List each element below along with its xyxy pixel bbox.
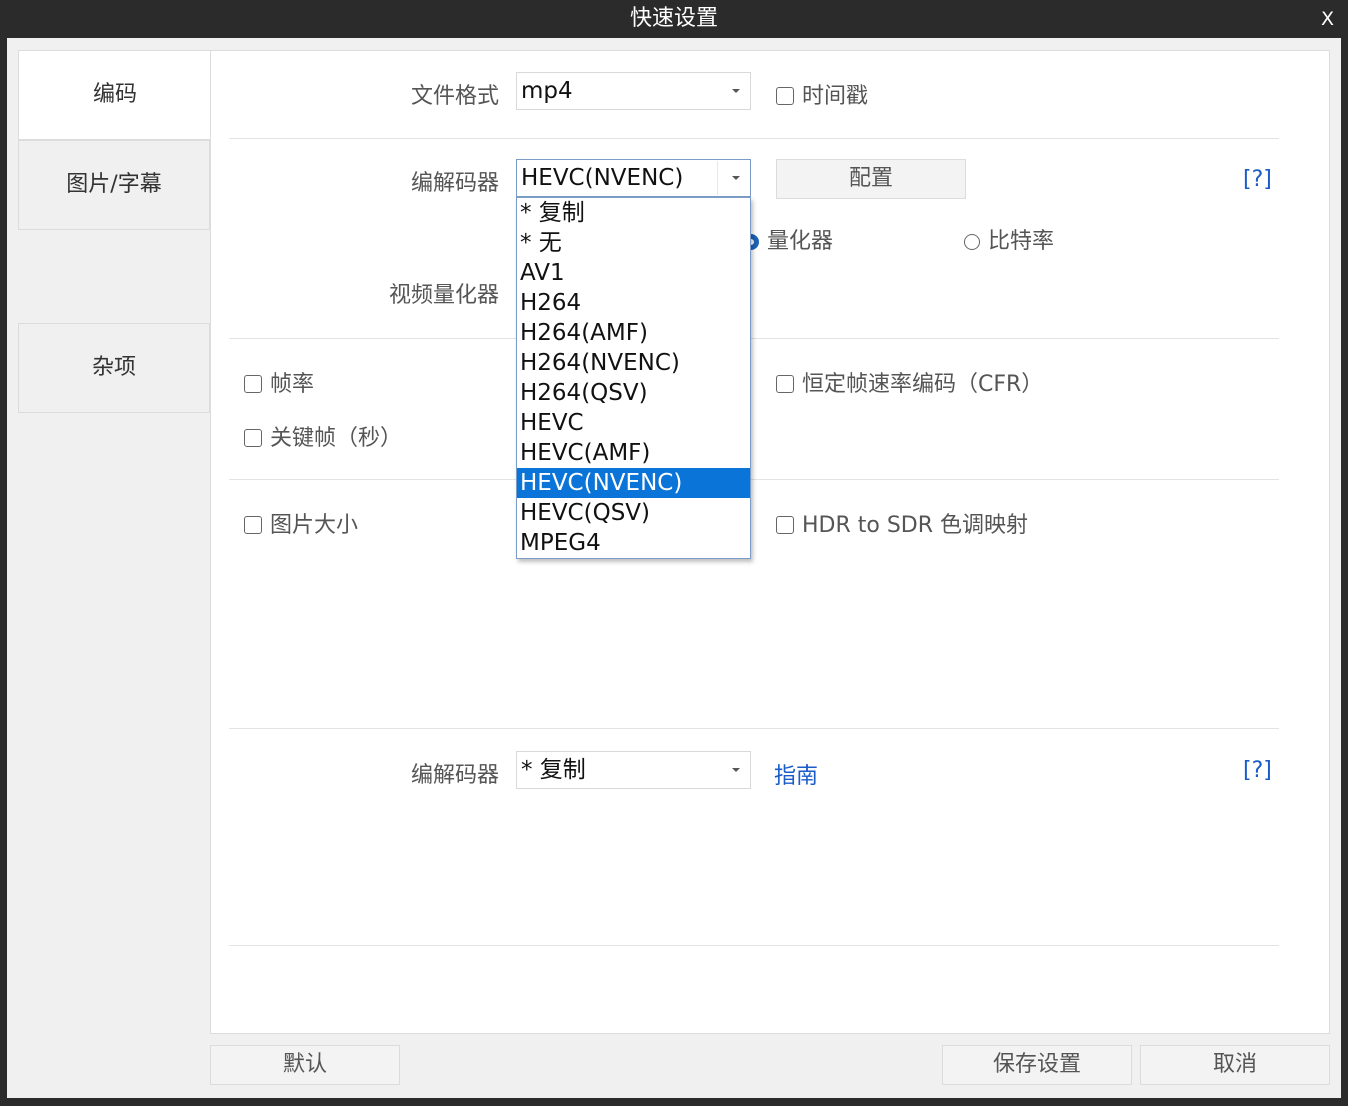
combo-separator xyxy=(717,161,718,195)
codec-option[interactable]: AV1 xyxy=(517,258,750,288)
bitrate-radio[interactable]: 比特率 xyxy=(964,223,1054,255)
codec-option[interactable]: HEVC xyxy=(517,408,750,438)
chevron-down-icon xyxy=(732,768,740,772)
divider xyxy=(229,338,1279,339)
title-bar: 快速设置 X xyxy=(0,0,1348,38)
guide-link[interactable]: 指南 xyxy=(774,758,818,790)
file-format-value: mp4 xyxy=(521,78,573,104)
timestamp-label: 时间戳 xyxy=(802,84,869,109)
codec-option[interactable]: H264(NVENC) xyxy=(517,348,750,378)
keyframe-label: 关键帧（秒） xyxy=(270,426,403,451)
checkbox-icon xyxy=(244,429,262,447)
checkbox-icon xyxy=(244,516,262,534)
file-format-select[interactable]: mp4 xyxy=(516,72,751,110)
audio-help-link[interactable]: [?] xyxy=(1243,758,1272,783)
bitrate-radio-label: 比特率 xyxy=(988,229,1055,254)
file-format-label: 文件格式 xyxy=(410,84,499,109)
image-size-label: 图片大小 xyxy=(270,513,359,538)
video-help-link[interactable]: [?] xyxy=(1243,167,1272,192)
chevron-down-icon xyxy=(732,176,740,180)
image-size-checkbox[interactable]: 图片大小 xyxy=(244,507,358,539)
hdr-tonemap-checkbox[interactable]: HDR to SDR 色调映射 xyxy=(776,507,1028,539)
codec-option[interactable]: H264(QSV) xyxy=(517,378,750,408)
framerate-label: 帧率 xyxy=(270,372,315,397)
codec-option[interactable]: HEVC(QSV) xyxy=(517,498,750,528)
framerate-checkbox[interactable]: 帧率 xyxy=(244,366,314,398)
audio-codec-select[interactable]: * 复制 xyxy=(516,751,751,789)
quantizer-radio[interactable]: 量化器 xyxy=(743,223,833,255)
divider xyxy=(229,945,1279,946)
divider xyxy=(229,138,1279,139)
radio-icon xyxy=(964,234,980,250)
video-codec-dropdown-list[interactable]: * 复制 * 无 AV1 H264 H264(AMF) H264(NVENC) H264(Q… xyxy=(516,197,751,559)
chevron-down-icon xyxy=(732,89,740,93)
video-quantizer-label: 视频量化器 xyxy=(388,283,499,308)
dialog-body: 编码 图片/字幕 杂项 文件格式 mp4 时间戳 编解码器 HEVC(NVENC… xyxy=(7,38,1341,1098)
codec-option[interactable]: MPEG4 xyxy=(517,528,750,558)
cfr-checkbox[interactable]: 恒定帧速率编码（CFR） xyxy=(776,366,1043,398)
codec-option[interactable]: * 复制 xyxy=(517,198,750,228)
timestamp-checkbox[interactable]: 时间戳 xyxy=(776,78,868,110)
save-settings-button[interactable]: 保存设置 xyxy=(942,1045,1132,1085)
settings-panel xyxy=(210,50,1330,1034)
codec-option[interactable]: HEVC(AMF) xyxy=(517,438,750,468)
codec-option[interactable]: H264(AMF) xyxy=(517,318,750,348)
audio-codec-value: * 复制 xyxy=(521,757,586,783)
sidebar-item-encoding[interactable]: 编码 xyxy=(18,50,211,140)
close-button[interactable]: X xyxy=(1321,0,1334,38)
checkbox-icon xyxy=(244,375,262,393)
hdr-tonemap-label: HDR to SDR 色调映射 xyxy=(802,513,1029,538)
quantizer-radio-label: 量化器 xyxy=(767,229,834,254)
checkbox-icon xyxy=(776,87,794,105)
cfr-label: 恒定帧速率编码（CFR） xyxy=(802,372,1044,397)
checkbox-icon xyxy=(776,516,794,534)
video-codec-value: HEVC(NVENC) xyxy=(521,165,684,191)
video-codec-label: 编解码器 xyxy=(410,171,499,196)
sidebar-item-picture-subtitle[interactable]: 图片/字幕 xyxy=(18,140,210,230)
codec-option[interactable]: * 无 xyxy=(517,228,750,258)
checkbox-icon xyxy=(776,375,794,393)
divider xyxy=(229,479,1279,480)
video-codec-select[interactable]: HEVC(NVENC) xyxy=(516,159,751,197)
audio-codec-label: 编解码器 xyxy=(410,763,499,788)
window-title: 快速设置 xyxy=(629,6,718,31)
codec-option[interactable]: H264 xyxy=(517,288,750,318)
sidebar-item-misc[interactable]: 杂项 xyxy=(18,323,210,413)
codec-option[interactable]: HEVC(NVENC) xyxy=(517,468,750,498)
cancel-button[interactable]: 取消 xyxy=(1140,1045,1330,1085)
keyframe-checkbox[interactable]: 关键帧（秒） xyxy=(244,420,402,452)
default-button[interactable]: 默认 xyxy=(210,1045,400,1085)
divider xyxy=(229,728,1279,729)
config-button[interactable]: 配置 xyxy=(776,159,966,199)
